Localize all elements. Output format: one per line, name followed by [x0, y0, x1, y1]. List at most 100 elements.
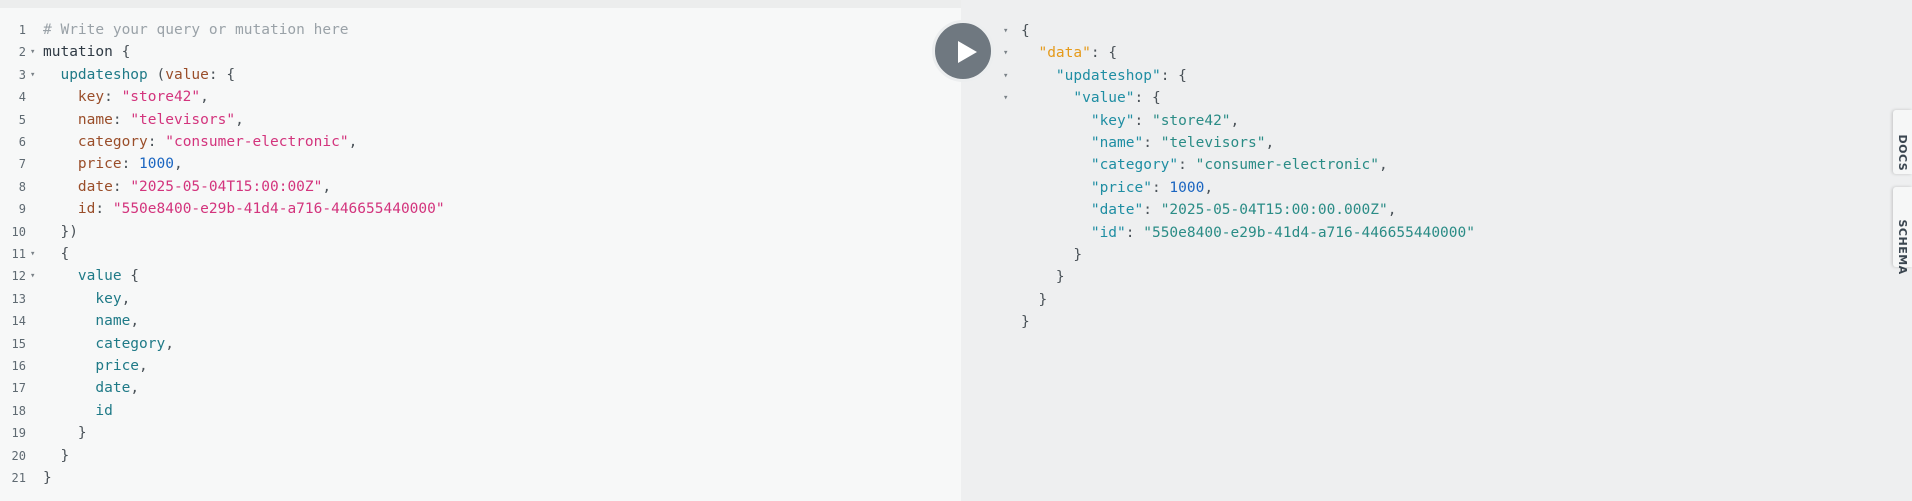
code-token: "store42" — [121, 89, 201, 106]
code-line[interactable]: price, — [43, 355, 147, 377]
result-line: } — [1021, 311, 1030, 333]
result-line: "date": "2025-05-04T15:00:00.000Z", — [1021, 199, 1397, 221]
result-token: "date" — [1090, 202, 1144, 219]
result-line: { — [1021, 20, 1030, 42]
query-editor[interactable]: 1 # Write your query or mutation here 2 mut… — [0, 8, 961, 501]
schema-tab[interactable]: SCHEMA — [1893, 187, 1912, 275]
code-line[interactable]: mutation { — [43, 41, 130, 63]
line-number: 6 — [18, 135, 26, 149]
fold-toggle-icon[interactable]: ▾ — [30, 243, 35, 265]
result-line: "updateshop": { — [1021, 65, 1187, 87]
result-token — [1021, 90, 1073, 106]
code-line[interactable]: # Write your query or mutation here — [43, 19, 349, 41]
code-line[interactable]: id — [43, 400, 112, 422]
code-token: , — [165, 335, 174, 352]
result-token: 1000 — [1169, 179, 1205, 196]
code-line[interactable]: name: "televisors", — [43, 109, 244, 131]
code-line[interactable]: category, — [43, 333, 174, 355]
code-line[interactable]: category: "consumer-electronic", — [43, 131, 357, 153]
line-number: 2 — [18, 45, 26, 60]
code-line[interactable]: date: "2025-05-04T15:00:00Z", — [43, 176, 331, 198]
result-line: "value": { — [1021, 87, 1160, 109]
code-line[interactable]: } — [43, 467, 52, 489]
play-icon — [958, 41, 977, 63]
code-token: : { — [208, 66, 236, 83]
code-token: : — [112, 178, 131, 195]
line-number: 14 — [11, 314, 26, 329]
code-token: , — [348, 134, 358, 150]
line-number: 16 — [11, 359, 26, 373]
code-token: { — [121, 268, 140, 285]
fold-toggle-icon[interactable]: ▾ — [1003, 65, 1008, 87]
execute-query-button[interactable] — [932, 20, 994, 82]
code-line[interactable]: name, — [43, 310, 139, 332]
fold-toggle-icon[interactable]: ▾ — [1003, 87, 1008, 109]
code-token: category — [43, 134, 148, 150]
result-token: "id" — [1090, 224, 1126, 241]
code-line[interactable]: updateshop (value: { — [43, 64, 235, 86]
code-line[interactable]: id: "550e8400-e29b-41d4-a716-44665544000… — [43, 198, 445, 220]
line-number: 17 — [11, 381, 26, 396]
code-line[interactable]: }) — [43, 221, 78, 243]
code-token: "550e8400-e29b-41d4-a716-446655440000" — [112, 201, 445, 218]
code-token: updateshop — [43, 66, 148, 83]
code-token: }) — [43, 223, 78, 240]
code-token: { — [43, 246, 70, 262]
code-token: "televisors" — [130, 111, 236, 128]
line-number: 12 — [11, 269, 26, 284]
result-token: : { — [1160, 67, 1187, 84]
fold-toggle-icon[interactable]: ▾ — [1003, 42, 1008, 64]
code-token: price — [43, 358, 140, 374]
result-token — [1021, 135, 1091, 151]
code-token: ( — [147, 66, 166, 83]
code-token: , — [235, 111, 244, 128]
result-token — [1021, 68, 1056, 84]
docs-tab[interactable]: DOCS — [1893, 110, 1912, 174]
result-token: "consumer-electronic" — [1195, 157, 1379, 174]
result-line: "data": { — [1021, 42, 1117, 64]
code-line[interactable]: value { — [43, 265, 139, 287]
code-token: date — [43, 178, 113, 195]
code-token: "2025-05-04T15:00:00Z" — [130, 178, 323, 195]
code-token: name — [43, 111, 113, 128]
result-line: } — [1021, 266, 1065, 288]
result-token: "category" — [1090, 157, 1179, 174]
line-number: 20 — [11, 448, 26, 463]
code-token: : — [104, 89, 122, 106]
result-token: "store42" — [1151, 112, 1231, 129]
editor-top-strip — [0, 0, 961, 8]
code-token: value — [43, 268, 122, 285]
code-token: category — [43, 335, 166, 352]
result-token: , — [1230, 112, 1240, 129]
result-token: "updateshop" — [1055, 67, 1161, 84]
result-token — [1021, 225, 1091, 241]
code-token: { — [112, 44, 131, 61]
fold-toggle-icon[interactable]: ▾ — [30, 265, 35, 287]
code-line[interactable]: } — [43, 445, 69, 467]
line-number: 1 — [18, 23, 26, 37]
code-token: mutation — [43, 44, 113, 61]
code-line[interactable]: { — [43, 243, 69, 265]
code-line[interactable]: price: 1000, — [43, 153, 183, 175]
line-number: 9 — [18, 202, 26, 217]
fold-toggle-icon[interactable]: ▾ — [1003, 20, 1008, 42]
result-token — [1021, 45, 1038, 61]
fold-toggle-icon[interactable]: ▾ — [30, 41, 35, 63]
line-number: 11 — [11, 247, 26, 261]
result-viewer: { "data": { "updateshop": { "value": { "… — [961, 0, 1912, 501]
code-token: price — [43, 156, 122, 173]
result-token — [1021, 157, 1091, 173]
result-token: } — [1021, 291, 1048, 308]
fold-toggle-icon[interactable]: ▾ — [30, 64, 35, 86]
code-line[interactable]: date, — [43, 377, 139, 399]
code-token: key — [43, 89, 105, 106]
code-line[interactable]: } — [43, 422, 87, 444]
result-token: "data" — [1038, 45, 1091, 62]
code-token: : — [95, 201, 113, 218]
code-line[interactable]: key, — [43, 288, 130, 310]
result-token: "price" — [1090, 179, 1152, 196]
result-line: "id": "550e8400-e29b-41d4-a716-446655440… — [1021, 222, 1475, 244]
result-token: : — [1151, 179, 1170, 196]
line-number: 18 — [11, 403, 26, 418]
code-line[interactable]: key: "store42", — [43, 86, 209, 108]
